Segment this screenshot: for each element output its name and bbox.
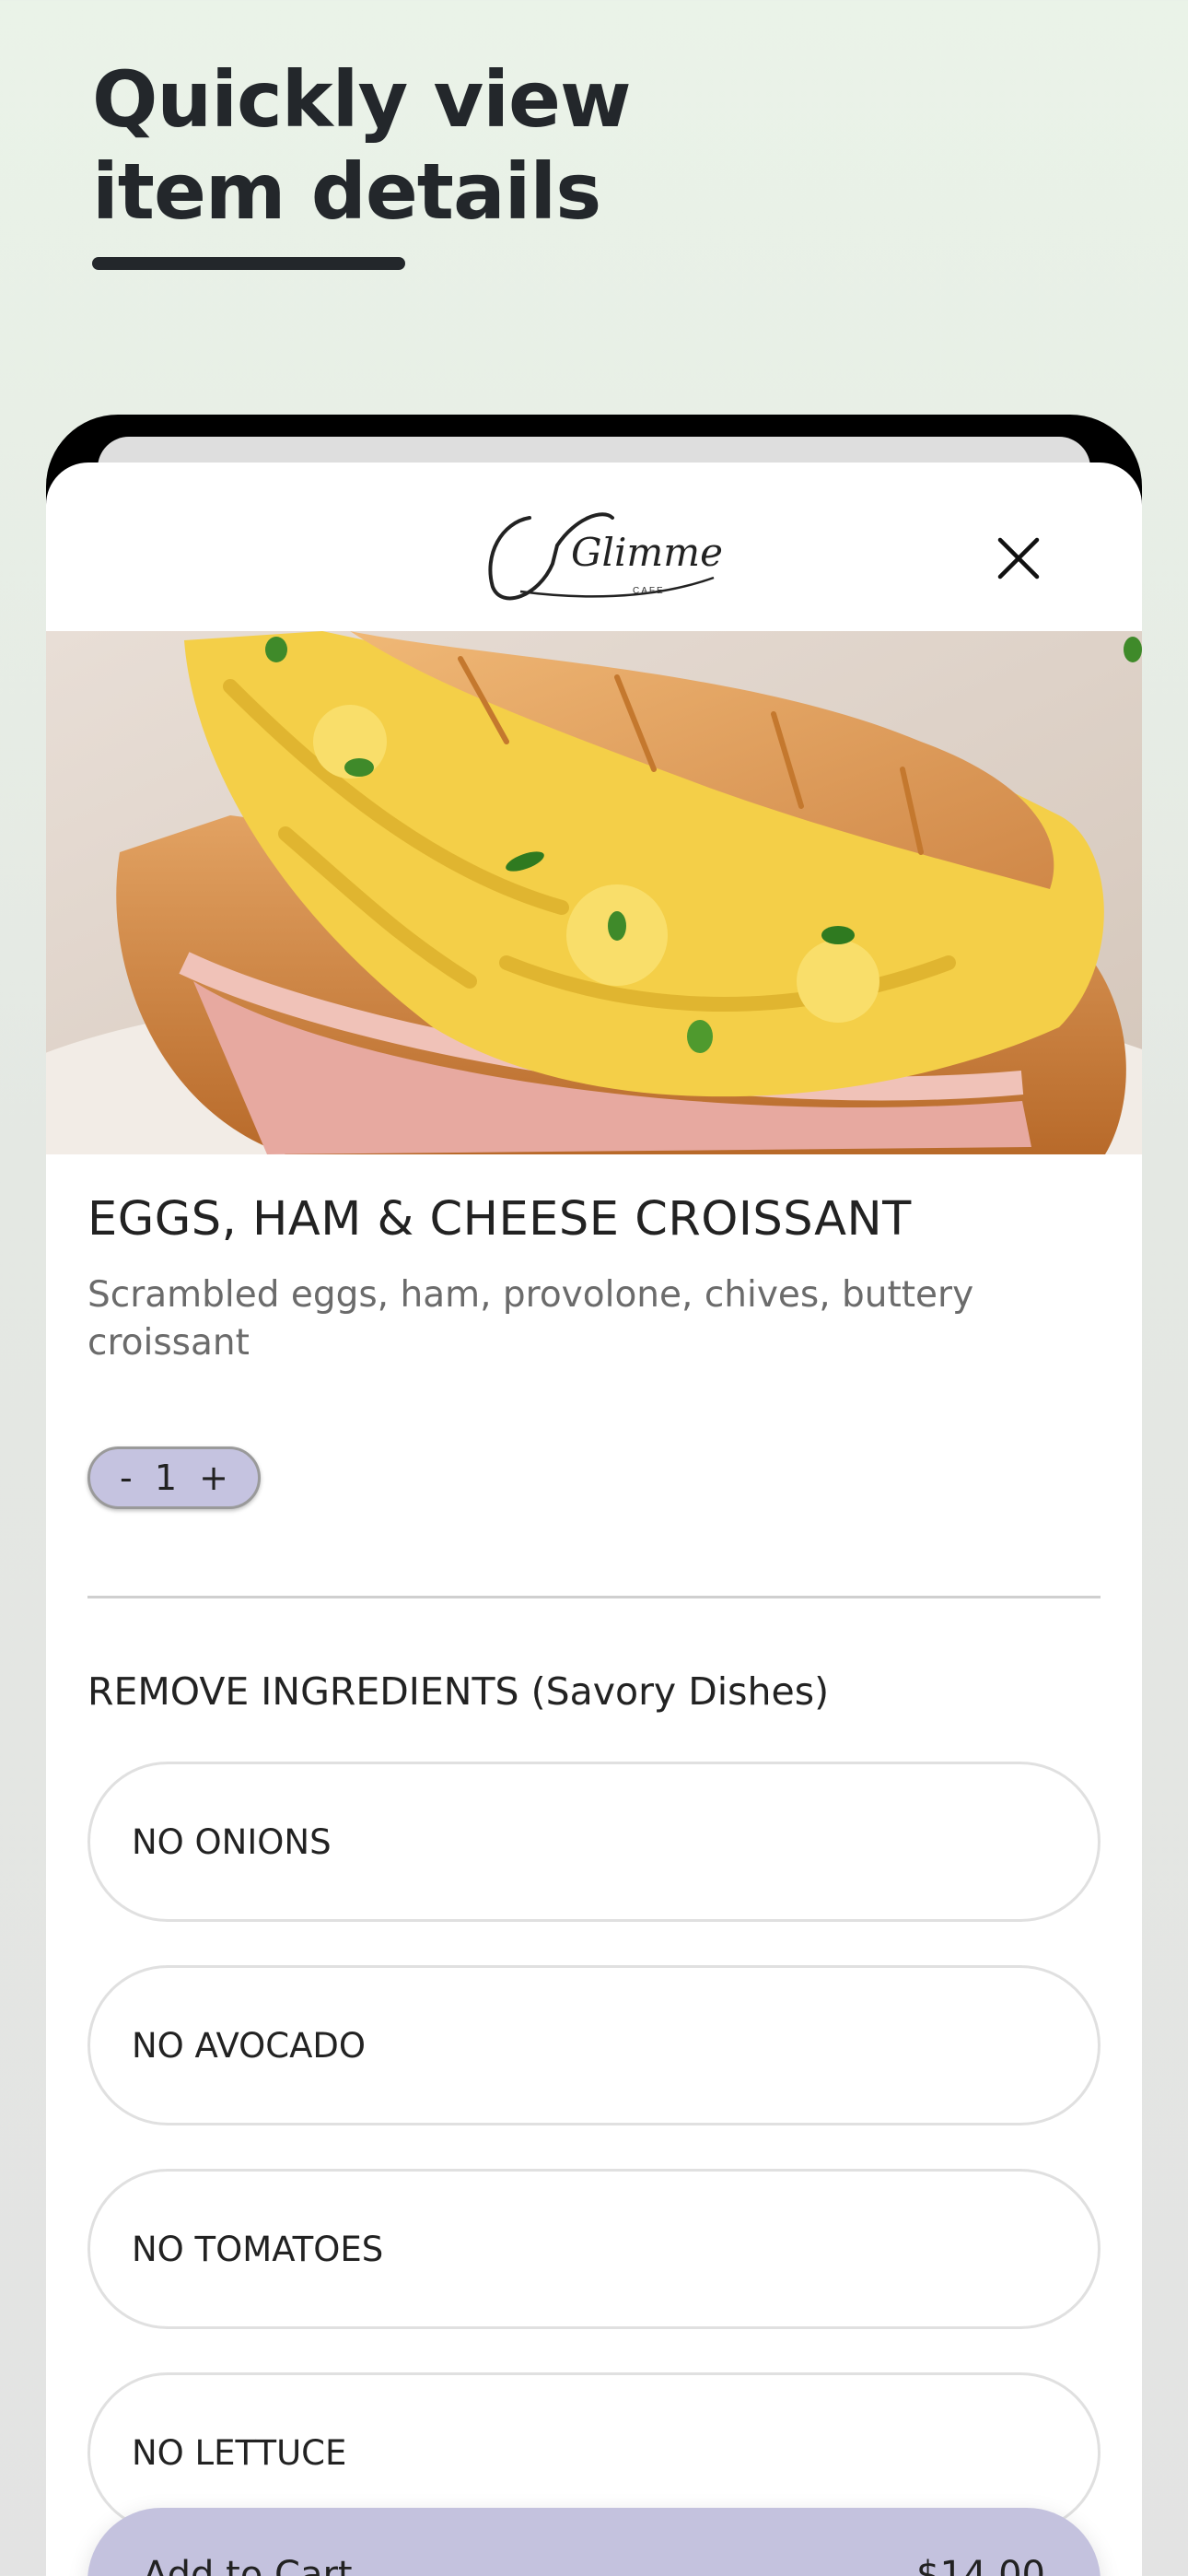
option-no-tomatoes[interactable]: NO TOMATOES [87,2169,1101,2329]
remove-ingredients-title: REMOVE INGREDIENTS (Savory Dishes) [87,1669,830,1714]
decrement-button[interactable]: - [120,1458,133,1498]
item-detail-sheet: Glimmer CAFE [46,463,1142,2576]
increment-button[interactable]: + [199,1458,228,1498]
option-label: NO ONIONS [132,1821,332,1862]
cart-price: $14.00 [916,2554,1045,2576]
quantity-value: 1 [154,1458,178,1498]
item-photo [46,631,1142,1154]
logo-subtext: CAFE [633,586,665,596]
croissant-photo [46,631,1142,1154]
item-description: Scrambled eggs, ham, provolone, chives, … [87,1274,974,1364]
item-title: EGGS, HAM & CHEESE CROISSANT [87,1192,912,1247]
headline-underline [92,257,405,270]
close-icon [997,537,1040,580]
add-to-cart-label: Add to Cart [143,2554,353,2576]
close-button[interactable] [974,514,1063,603]
option-no-onions[interactable]: NO ONIONS [87,1762,1101,1922]
headline: Quickly view item details [92,54,632,237]
option-no-avocado[interactable]: NO AVOCADO [87,1965,1101,2125]
option-label: NO AVOCADO [132,2025,367,2066]
add-to-cart-button[interactable]: Add to Cart $14.00 [87,2508,1101,2576]
divider [87,1596,1101,1598]
logo-text: Glimmer [571,530,723,575]
brand-logo: Glimmer CAFE [488,512,723,601]
option-label: NO TOMATOES [132,2229,384,2269]
quantity-stepper[interactable]: - 1 + [87,1446,261,1509]
option-label: NO LETTUCE [132,2432,347,2473]
